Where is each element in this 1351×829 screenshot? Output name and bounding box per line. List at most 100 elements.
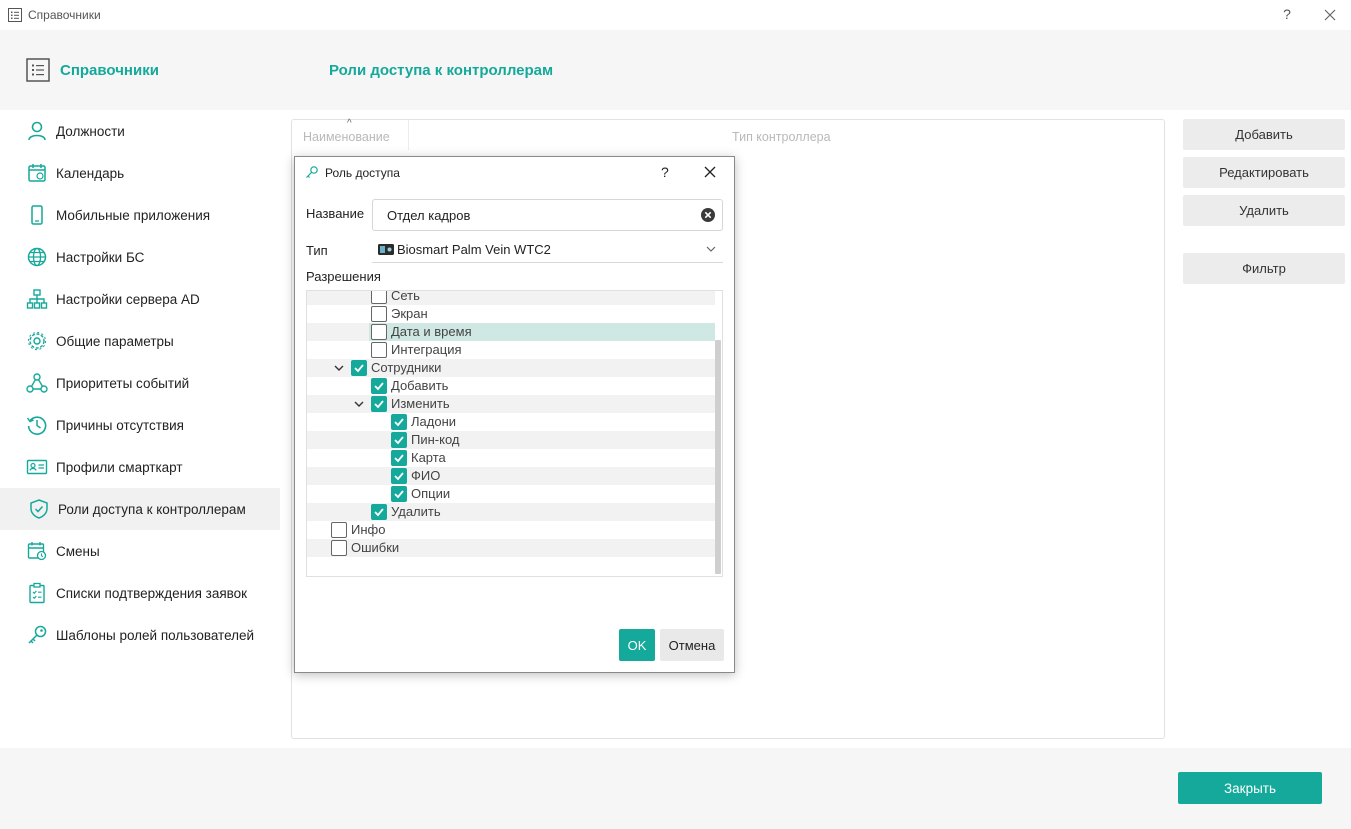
sidebar-item-label: Смены bbox=[56, 543, 100, 559]
sidebar-item-absence-reasons[interactable]: Причины отсутствия bbox=[0, 404, 280, 446]
sidebar-item-calendar[interactable]: Календарь bbox=[0, 152, 280, 194]
sidebar-item-general-params[interactable]: Общие параметры bbox=[0, 320, 280, 362]
controller-type-value: Biosmart Palm Vein WTC2 bbox=[397, 242, 551, 257]
checkbox[interactable] bbox=[391, 468, 407, 484]
access-role-dialog: Роль доступа ? Название Тип Biosmart Pal… bbox=[294, 156, 735, 673]
chevron-down-icon[interactable] bbox=[353, 398, 365, 410]
dialog-help-button[interactable]: ? bbox=[661, 164, 669, 180]
column-divider[interactable] bbox=[408, 120, 409, 150]
sidebar-item-label: Приоритеты событий bbox=[56, 375, 190, 391]
checkbox[interactable] bbox=[391, 486, 407, 502]
close-button[interactable]: Закрыть bbox=[1178, 772, 1322, 804]
shield-check-icon bbox=[30, 499, 48, 519]
dialog-close-icon[interactable] bbox=[703, 165, 717, 179]
chevron-down-icon[interactable] bbox=[333, 362, 345, 374]
nodes-icon bbox=[26, 373, 48, 393]
controller-type-select[interactable]: Biosmart Palm Vein WTC2 bbox=[372, 237, 723, 263]
tree-item[interactable]: Удалить bbox=[307, 503, 715, 521]
tree-item[interactable]: Сотрудники bbox=[307, 359, 715, 377]
sidebar-item-shifts[interactable]: Смены bbox=[0, 530, 280, 572]
checkbox[interactable] bbox=[331, 540, 347, 556]
tree-item[interactable]: Ошибки bbox=[307, 539, 715, 557]
checkbox[interactable] bbox=[391, 432, 407, 448]
tree-item[interactable]: Добавить bbox=[307, 377, 715, 395]
tree-item-label: ФИО bbox=[411, 468, 441, 483]
sidebar-item-smartcard-profiles[interactable]: Профили смарткарт bbox=[0, 446, 280, 488]
filter-button[interactable]: Фильтр bbox=[1183, 253, 1345, 284]
checkbox[interactable] bbox=[371, 504, 387, 520]
tree-item-label: Опции bbox=[411, 486, 451, 501]
tree-item[interactable]: Интеграция bbox=[307, 341, 715, 359]
history-icon bbox=[26, 416, 47, 435]
checkbox[interactable] bbox=[371, 306, 387, 322]
tree-item-label: Добавить bbox=[391, 378, 449, 393]
window-help-button[interactable]: ? bbox=[1280, 6, 1294, 22]
sidebar-item-mobile-apps[interactable]: Мобильные приложения bbox=[0, 194, 280, 236]
checkbox[interactable] bbox=[371, 324, 387, 340]
sidebar-item-label: Роли доступа к контроллерам bbox=[58, 501, 246, 517]
tree-item-label: Дата и время bbox=[391, 324, 472, 339]
tree-scrollbar[interactable] bbox=[715, 340, 721, 574]
tree-item[interactable]: Сеть bbox=[307, 290, 715, 305]
page-title: Роли доступа к контроллерам bbox=[329, 62, 554, 79]
name-label: Название bbox=[306, 206, 365, 221]
tree-item-label: Сотрудники bbox=[371, 360, 442, 375]
sidebar-item-positions[interactable]: Должности bbox=[0, 110, 280, 152]
sort-ascending-icon: ^ bbox=[347, 118, 352, 129]
sidebar: Должности Календарь Мобильные приложения… bbox=[0, 110, 280, 748]
tree-item-selected[interactable]: Дата и время bbox=[307, 323, 715, 341]
sidebar-item-user-role-templates[interactable]: Шаблоны ролей пользователей bbox=[0, 614, 280, 656]
tree-item-label: Сеть bbox=[391, 290, 420, 303]
checkbox[interactable] bbox=[371, 396, 387, 412]
tree-item[interactable]: Опции bbox=[307, 485, 715, 503]
sidebar-item-label: Списки подтверждения заявок bbox=[56, 585, 248, 601]
tree-item[interactable]: ФИО bbox=[307, 467, 715, 485]
title-bar: Справочники ? bbox=[0, 0, 1351, 30]
ok-button[interactable]: OK bbox=[619, 629, 655, 661]
add-button[interactable]: Добавить bbox=[1183, 119, 1345, 150]
tree-item[interactable]: Карта bbox=[307, 449, 715, 467]
checkbox[interactable] bbox=[371, 291, 387, 304]
tree-item[interactable]: Ладони bbox=[307, 413, 715, 431]
tree-item-label: Ладони bbox=[411, 414, 457, 429]
checkbox[interactable] bbox=[391, 450, 407, 466]
sidebar-item-controller-roles[interactable]: Роли доступа к контроллерам bbox=[0, 488, 280, 530]
edit-button[interactable]: Редактировать bbox=[1183, 157, 1345, 188]
column-header-controller-type[interactable]: Тип контроллера bbox=[732, 130, 831, 144]
delete-button[interactable]: Удалить bbox=[1183, 195, 1345, 226]
phone-icon bbox=[31, 205, 43, 225]
sidebar-item-label: Профили смарткарт bbox=[56, 459, 183, 475]
checkbox[interactable] bbox=[391, 414, 407, 430]
device-icon bbox=[378, 244, 394, 255]
cancel-button[interactable]: Отмена bbox=[660, 629, 724, 661]
id-card-icon bbox=[26, 459, 48, 475]
list-icon bbox=[8, 8, 22, 22]
dialog-title: Роль доступа bbox=[325, 166, 400, 180]
sidebar-item-approval-lists[interactable]: Списки подтверждения заявок bbox=[0, 572, 280, 614]
sidebar-item-label: Настройки БС bbox=[56, 249, 145, 265]
key-icon bbox=[306, 166, 318, 178]
tree-item[interactable]: Экран bbox=[307, 305, 715, 323]
header: Справочники Роли доступа к контроллерам bbox=[0, 30, 1351, 110]
checkbox[interactable] bbox=[351, 360, 367, 376]
sidebar-item-bs-settings[interactable]: Настройки БС bbox=[0, 236, 280, 278]
tree-item-label: Экран bbox=[391, 306, 428, 321]
sidebar-item-ad-server[interactable]: Настройки сервера AD bbox=[0, 278, 280, 320]
permissions-tree: Сеть Экран Дата и время Интеграция Сотру… bbox=[306, 290, 723, 577]
sidebar-item-event-priorities[interactable]: Приоритеты событий bbox=[0, 362, 280, 404]
chevron-down-icon bbox=[706, 246, 716, 252]
checkbox[interactable] bbox=[371, 342, 387, 358]
column-header-name[interactable]: Наименование bbox=[303, 130, 390, 144]
checkbox[interactable] bbox=[331, 522, 347, 538]
role-name-input[interactable] bbox=[372, 199, 723, 231]
tree-item[interactable]: Пин-код bbox=[307, 431, 715, 449]
tree-item-label: Карта bbox=[411, 450, 446, 465]
tree-item[interactable]: Изменить bbox=[307, 395, 715, 413]
sidebar-item-label: Мобильные приложения bbox=[56, 207, 211, 223]
window-close-icon[interactable] bbox=[1322, 7, 1338, 23]
sidebar-item-label: Календарь bbox=[56, 165, 125, 181]
checkbox[interactable] bbox=[371, 378, 387, 394]
tree-item[interactable]: Инфо bbox=[307, 521, 715, 539]
tree-item-label: Ошибки bbox=[351, 540, 400, 555]
clear-input-icon[interactable] bbox=[700, 207, 716, 223]
